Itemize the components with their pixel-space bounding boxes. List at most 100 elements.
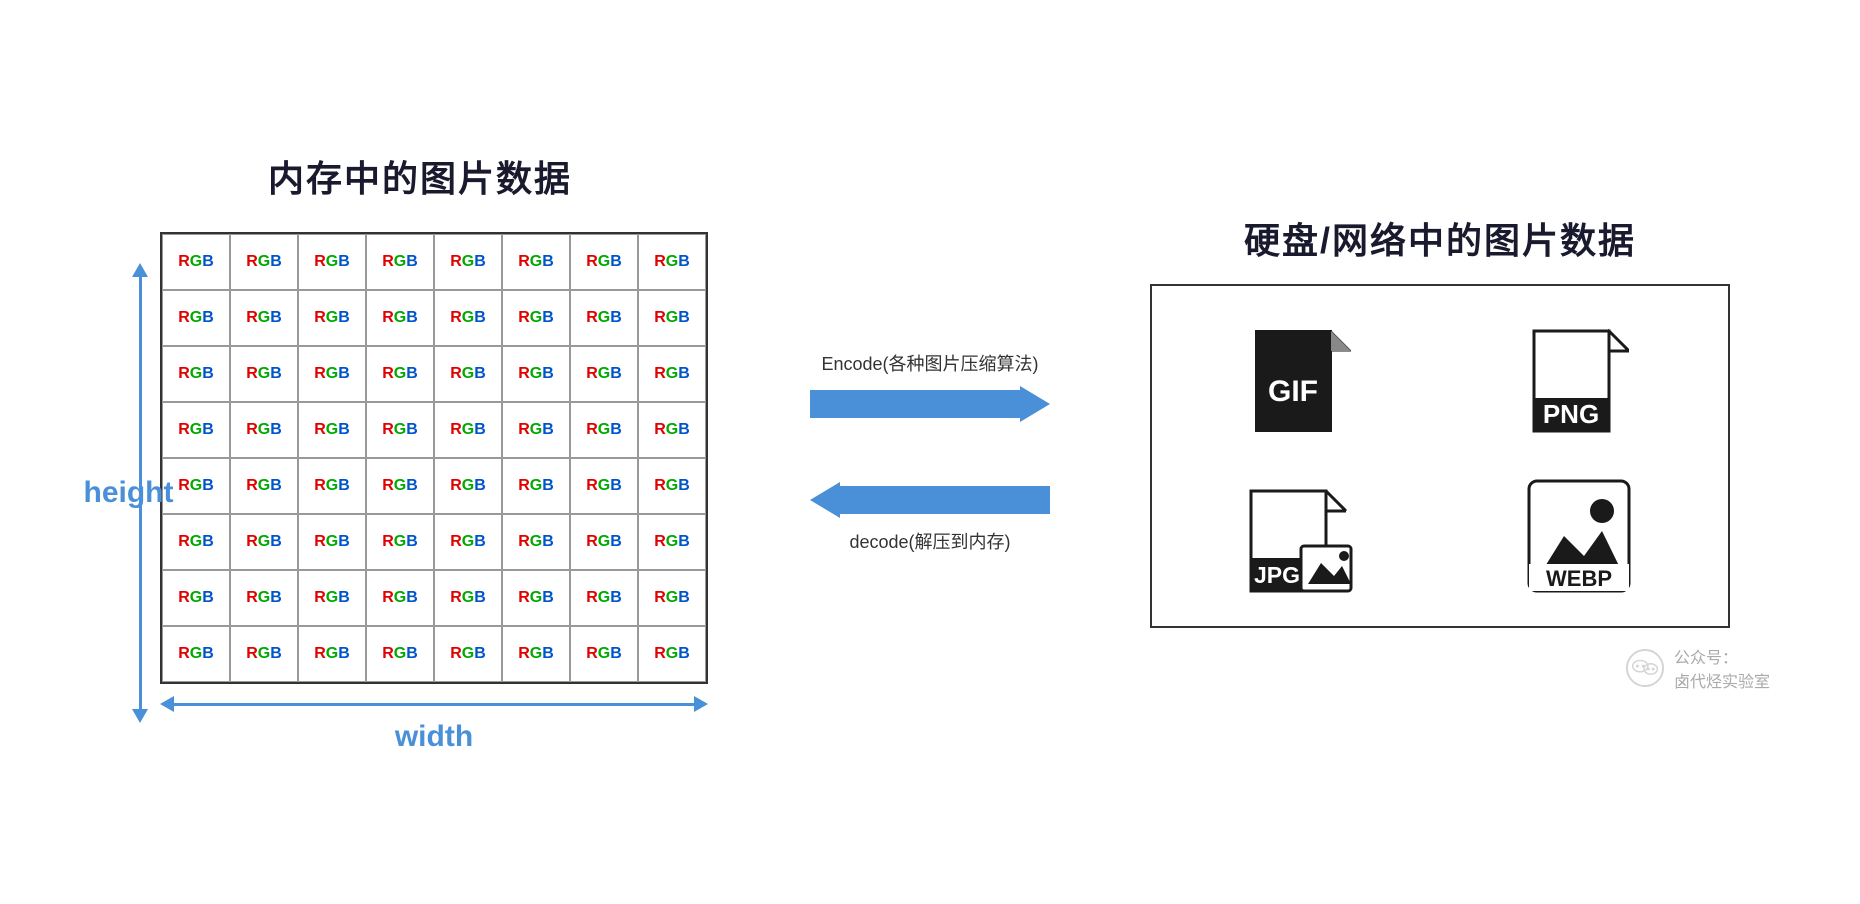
gif-file-icon: GIF (1251, 316, 1351, 436)
encode-group: Encode(各种图片压缩算法) (810, 350, 1050, 422)
rgb-cell: RGB (162, 346, 230, 402)
main-container: 内存中的图片数据 height RGBRGBRGBRGBRGBRGBRGBRGB… (0, 0, 1860, 904)
decode-arrow (810, 482, 1050, 518)
decode-arrow-body (840, 486, 1050, 514)
rgb-cell: RGB (502, 346, 570, 402)
svg-text:PNG: PNG (1543, 399, 1599, 429)
rgb-cell: RGB (434, 290, 502, 346)
rgb-cell: RGB (638, 458, 706, 514)
arrow-head-down-icon (132, 709, 148, 723)
arrow-head-left-icon (160, 696, 174, 712)
rgb-cell: RGB (230, 570, 298, 626)
rgb-cell: RGB (298, 514, 366, 570)
width-arrow-line (174, 703, 694, 706)
watermark-line1: 公众号： (1674, 644, 1770, 668)
rgb-cell: RGB (230, 290, 298, 346)
webp-file-icon: WEBP (1524, 476, 1634, 596)
rgb-cell: RGB (366, 346, 434, 402)
grid-wrapper: height RGBRGBRGBRGBRGBRGBRGBRGBRGBRGBRGB… (132, 232, 708, 754)
width-arrow (160, 696, 708, 712)
svg-text:JPG: JPG (1254, 562, 1300, 588)
decode-label: decode(解压到内存) (849, 528, 1010, 554)
decode-arrow-head (810, 482, 840, 518)
file-formats-box: GIF PNG (1150, 284, 1730, 628)
rgb-cell: RGB (570, 234, 638, 290)
rgb-cell: RGB (230, 346, 298, 402)
middle-section: Encode(各种图片压缩算法) decode(解压到内存) (800, 350, 1060, 554)
rgb-cell: RGB (162, 570, 230, 626)
encode-arrow (810, 386, 1050, 422)
rgb-cell: RGB (570, 626, 638, 682)
rgb-cell: RGB (434, 458, 502, 514)
arrow-head-right-icon (694, 696, 708, 712)
rgb-cell: RGB (366, 290, 434, 346)
rgb-cell: RGB (434, 514, 502, 570)
webp-icon-container: WEBP (1470, 476, 1688, 596)
left-title: 内存中的图片数据 (268, 150, 572, 202)
rgb-cell: RGB (162, 290, 230, 346)
rgb-cell: RGB (502, 290, 570, 346)
rgb-cell: RGB (298, 290, 366, 346)
left-section: 内存中的图片数据 height RGBRGBRGBRGBRGBRGBRGBRGB… (80, 150, 760, 754)
rgb-cell: RGB (366, 234, 434, 290)
rgb-cell: RGB (434, 402, 502, 458)
rgb-cell: RGB (502, 234, 570, 290)
watermark: 公众号： 卤代烃实验室 (1626, 644, 1770, 692)
rgb-cell: RGB (162, 234, 230, 290)
rgb-grid: RGBRGBRGBRGBRGBRGBRGBRGBRGBRGBRGBRGBRGBR… (160, 232, 708, 684)
rgb-cell: RGB (638, 402, 706, 458)
arrow-head-up-icon (132, 263, 148, 277)
rgb-cell: RGB (230, 458, 298, 514)
rgb-cell: RGB (366, 458, 434, 514)
rgb-cell: RGB (502, 402, 570, 458)
gif-icon-container: GIF (1192, 316, 1410, 436)
rgb-cell: RGB (298, 346, 366, 402)
png-file-icon: PNG (1529, 316, 1629, 436)
rgb-cell: RGB (434, 570, 502, 626)
height-label: height (84, 476, 174, 510)
rgb-cell: RGB (638, 570, 706, 626)
rgb-cell: RGB (366, 514, 434, 570)
rgb-cell: RGB (162, 402, 230, 458)
encode-arrow-body (810, 390, 1020, 418)
rgb-cell: RGB (638, 290, 706, 346)
rgb-cell: RGB (230, 514, 298, 570)
rgb-cell: RGB (230, 626, 298, 682)
rgb-cell: RGB (230, 402, 298, 458)
rgb-cell: RGB (162, 626, 230, 682)
wechat-icon (1626, 649, 1664, 687)
width-label-container: width (160, 696, 708, 754)
rgb-cell: RGB (502, 458, 570, 514)
rgb-cell: RGB (298, 458, 366, 514)
height-arrow-line: height (139, 277, 142, 709)
rgb-cell: RGB (570, 458, 638, 514)
right-title: 硬盘/网络中的图片数据 (1244, 212, 1636, 264)
width-label: width (395, 720, 473, 754)
rgb-cell: RGB (366, 570, 434, 626)
rgb-cell: RGB (570, 402, 638, 458)
encode-label: Encode(各种图片压缩算法) (821, 350, 1038, 376)
rgb-cell: RGB (298, 626, 366, 682)
rgb-cell: RGB (638, 626, 706, 682)
rgb-cell: RGB (570, 570, 638, 626)
rgb-cell: RGB (502, 514, 570, 570)
svg-text:WEBP: WEBP (1546, 566, 1612, 591)
jpg-icon-container: JPG (1192, 476, 1410, 596)
rgb-cell: RGB (434, 346, 502, 402)
decode-group: decode(解压到内存) (810, 482, 1050, 554)
rgb-cell: RGB (434, 234, 502, 290)
rgb-cell: RGB (502, 570, 570, 626)
rgb-cell: RGB (230, 234, 298, 290)
rgb-cell: RGB (434, 626, 502, 682)
right-section: 硬盘/网络中的图片数据 GIF (1100, 212, 1780, 692)
rgb-cell: RGB (638, 346, 706, 402)
rgb-cell: RGB (570, 290, 638, 346)
watermark-text: 公众号： 卤代烃实验室 (1674, 644, 1770, 692)
encode-arrow-head (1020, 386, 1050, 422)
rgb-cell: RGB (162, 514, 230, 570)
rgb-cell: RGB (298, 570, 366, 626)
png-icon-container: PNG (1470, 316, 1688, 436)
rgb-cell: RGB (570, 514, 638, 570)
rgb-cell: RGB (366, 626, 434, 682)
jpg-file-icon: JPG (1246, 476, 1356, 596)
